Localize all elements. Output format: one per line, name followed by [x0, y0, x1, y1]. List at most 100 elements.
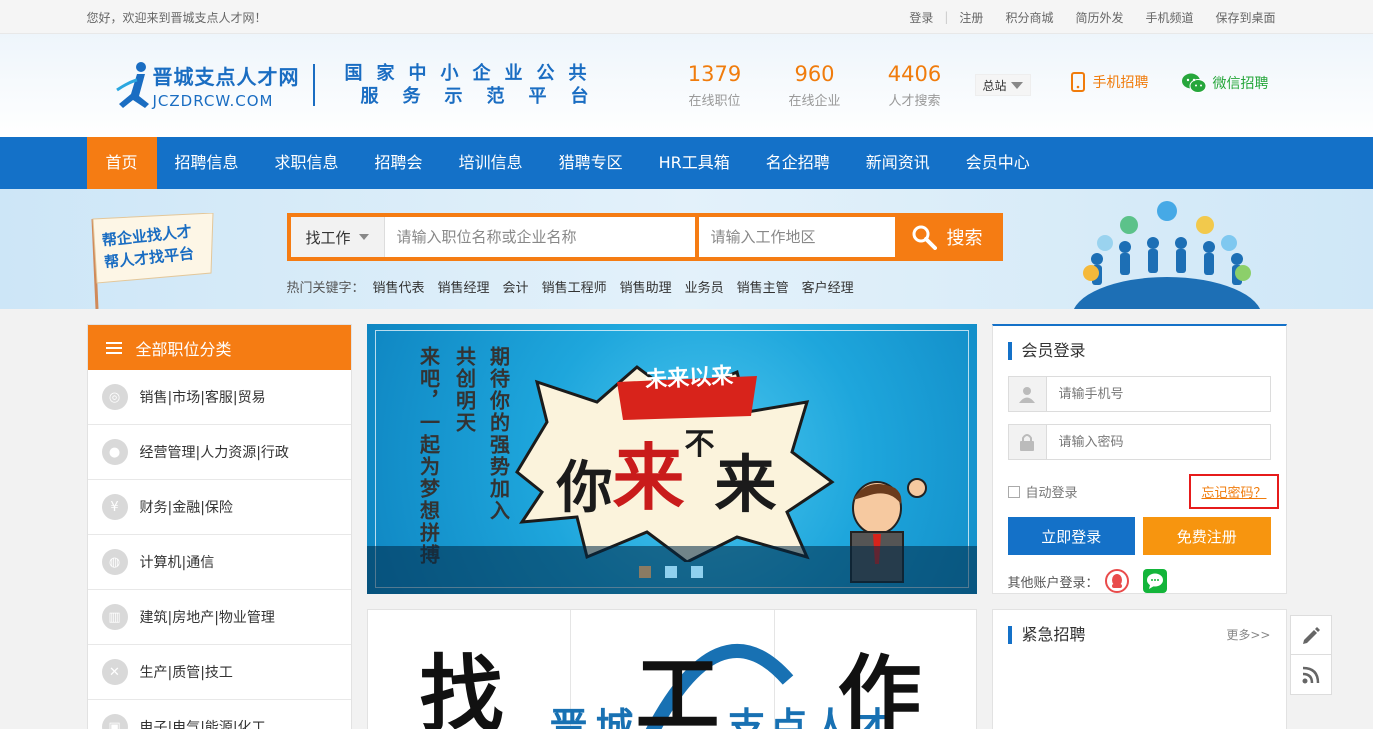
main-nav: 首页 招聘信息 求职信息 招聘会 培训信息 猎聘专区 HR工具箱 名企招聘 新闻…	[0, 137, 1373, 189]
hot-keyword[interactable]: 销售经理	[438, 277, 490, 296]
logo-divider	[312, 64, 315, 106]
register-link[interactable]: 注册	[948, 9, 994, 26]
wechat-login-icon[interactable]	[1142, 569, 1167, 593]
nav-job-fair[interactable]: 招聘会	[357, 137, 441, 189]
headline-char: 你	[556, 456, 613, 521]
slogan-line-2: 服务示范平台	[360, 86, 613, 107]
category-item-production[interactable]: ✕ 生产|质管|技工	[87, 645, 351, 700]
category-item-computer[interactable]: ◍ 计算机|通信	[87, 535, 351, 590]
main-content: 全部职位分类 ◎ 销售|市场|客服|贸易 ● 经营管理|人力资源|行政 ¥ 财务…	[86, 309, 1287, 729]
password-field	[1007, 424, 1271, 460]
money-icon: ¥	[101, 494, 128, 520]
stat-talent-search[interactable]: 4406 人才搜索	[865, 62, 965, 109]
hot-keyword[interactable]: 销售工程师	[542, 277, 607, 296]
keyword-input[interactable]	[384, 217, 695, 257]
banner-vertical-text-3: 来吧，一起为梦想拼搏	[416, 346, 441, 566]
search-button[interactable]: 搜索	[894, 217, 999, 257]
site-header: 晋城支点人才网 JCZDRCW.COM 国家中小企业公共 服务示范平台 1379…	[0, 34, 1373, 137]
carousel-dot[interactable]	[664, 566, 677, 578]
phone-icon	[1070, 72, 1085, 92]
checkbox-icon	[1007, 485, 1020, 498]
stat-online-companies[interactable]: 960 在线企业	[765, 62, 865, 109]
urgent-title: 紧急招聘	[1021, 625, 1086, 644]
category-item-electronics[interactable]: ▣ 电子|电气|能源|化工	[88, 700, 351, 729]
register-button[interactable]: 免费注册	[1143, 517, 1271, 555]
category-label: 经营管理|人力资源|行政	[139, 445, 289, 461]
tools-icon: ✕	[101, 659, 128, 685]
qq-login-icon[interactable]	[1104, 569, 1129, 593]
login-link[interactable]: 登录	[898, 9, 944, 26]
stat-number: 960	[794, 62, 835, 86]
search-section: 帮企业找人才 帮人才找平台 找工作 搜索 热门关键字： 销售代表 销售经理	[0, 189, 1373, 309]
category-item-construction[interactable]: ▥ 建筑|房地产|物业管理	[87, 590, 351, 645]
rss-button[interactable]	[1290, 655, 1332, 695]
category-item-management[interactable]: ● 经营管理|人力资源|行政	[87, 425, 351, 480]
auto-login-checkbox[interactable]: 自动登录	[1007, 482, 1078, 501]
nav-news[interactable]: 新闻资讯	[848, 137, 948, 189]
wechat-recruit-link[interactable]: 微信招聘	[1181, 72, 1269, 94]
area-input[interactable]	[694, 217, 895, 257]
station-label: 总站	[982, 78, 1007, 93]
nav-famous-companies[interactable]: 名企招聘	[748, 137, 848, 189]
site-logo[interactable]: 晋城支点人才网 JCZDRCW.COM	[115, 60, 300, 110]
nav-home[interactable]: 首页	[86, 137, 157, 189]
search-type-label: 找工作	[305, 228, 351, 247]
category-header[interactable]: 全部职位分类	[87, 325, 351, 370]
category-item-finance[interactable]: ¥ 财务|金融|保险	[87, 480, 351, 535]
login-button[interactable]: 立即登录	[1007, 517, 1135, 555]
nav-hr-tools[interactable]: HR工具箱	[641, 137, 748, 189]
urgent-more-link[interactable]: 更多>>	[1226, 626, 1270, 644]
category-label: 计算机|通信	[139, 555, 215, 571]
station-select[interactable]: 总站	[974, 74, 1031, 96]
hot-keyword[interactable]: 销售代表	[373, 277, 425, 296]
login-options: 自动登录 忘记密码？	[1007, 474, 1279, 509]
headline-char: 来	[612, 436, 685, 520]
category-label: 电子|电气|能源|化工	[139, 720, 266, 729]
hot-keyword[interactable]: 业务员	[685, 277, 724, 296]
top-links: 登录 | 注册 积分商城 简历外发 手机频道 保存到桌面	[898, 9, 1286, 26]
resume-send-link[interactable]: 简历外发	[1064, 9, 1134, 26]
nav-jobs[interactable]: 招聘信息	[157, 137, 257, 189]
site-stats: 1379 在线职位 960 在线企业 4406 人才搜索	[665, 62, 965, 109]
hot-keywords: 热门关键字： 销售代表 销售经理 会计 销售工程师 销售助理 业务员 销售主管 …	[287, 277, 854, 296]
carousel-dot[interactable]	[638, 566, 651, 578]
urgent-title-row: 紧急招聘 更多>>	[1007, 625, 1271, 644]
category-item-sales[interactable]: ◎ 销售|市场|客服|贸易	[87, 370, 351, 425]
mobile-channel-link[interactable]: 手机频道	[1134, 9, 1204, 26]
mobile-recruit-link[interactable]: 手机招聘	[1070, 72, 1149, 92]
promo-char-3: 作	[837, 646, 922, 729]
forgot-password-link[interactable]: 忘记密码？	[1189, 474, 1279, 509]
promo-banner[interactable]: 找 晋城 工 支点人才 作	[366, 609, 977, 729]
category-label: 销售|市场|客服|贸易	[139, 390, 266, 406]
hot-keyword[interactable]: 销售主管	[737, 277, 789, 296]
third-party-login: 其他账户登录：	[1008, 569, 1271, 593]
member-login-panel: 会员登录 自动登录 忘记密码？ 立即登录 免费注册 其他账户登录：	[991, 324, 1287, 594]
points-mall-link[interactable]: 积分商城	[994, 9, 1064, 26]
hot-keyword[interactable]: 会计	[503, 277, 529, 296]
hot-keyword[interactable]: 销售助理	[620, 277, 672, 296]
search-type-select[interactable]: 找工作	[290, 217, 385, 257]
urgent-recruit-panel: 紧急招聘 更多>>	[991, 609, 1287, 729]
globe-icon: ◍	[101, 549, 128, 575]
target-icon: ◎	[101, 384, 128, 410]
search-button-label: 搜索	[946, 228, 983, 249]
stat-label: 人才搜索	[888, 94, 941, 109]
save-desktop-link[interactable]: 保存到桌面	[1204, 9, 1286, 26]
password-input[interactable]	[1046, 425, 1270, 459]
banner-badge: 未来以来	[644, 363, 734, 394]
hot-keyword[interactable]: 客户经理	[802, 277, 854, 296]
phone-input[interactable]	[1046, 377, 1270, 411]
search-icon	[912, 225, 937, 250]
nav-member-center[interactable]: 会员中心	[948, 137, 1048, 189]
nav-headhunt[interactable]: 猎聘专区	[541, 137, 641, 189]
pencil-icon	[1303, 627, 1320, 644]
wechat-icon	[1181, 73, 1206, 93]
stat-online-jobs[interactable]: 1379 在线职位	[665, 62, 765, 109]
menu-icon	[105, 341, 122, 354]
hero-banner[interactable]: 期待你的强势加入 共创明天 来吧，一起为梦想拼搏 未来以来 你 来 不 来	[366, 324, 977, 594]
nav-training[interactable]: 培训信息	[441, 137, 541, 189]
carousel-dot[interactable]	[690, 566, 703, 578]
nav-job-seekers[interactable]: 求职信息	[257, 137, 357, 189]
building-icon: ▥	[101, 604, 128, 630]
edit-feedback-button[interactable]	[1290, 615, 1332, 655]
